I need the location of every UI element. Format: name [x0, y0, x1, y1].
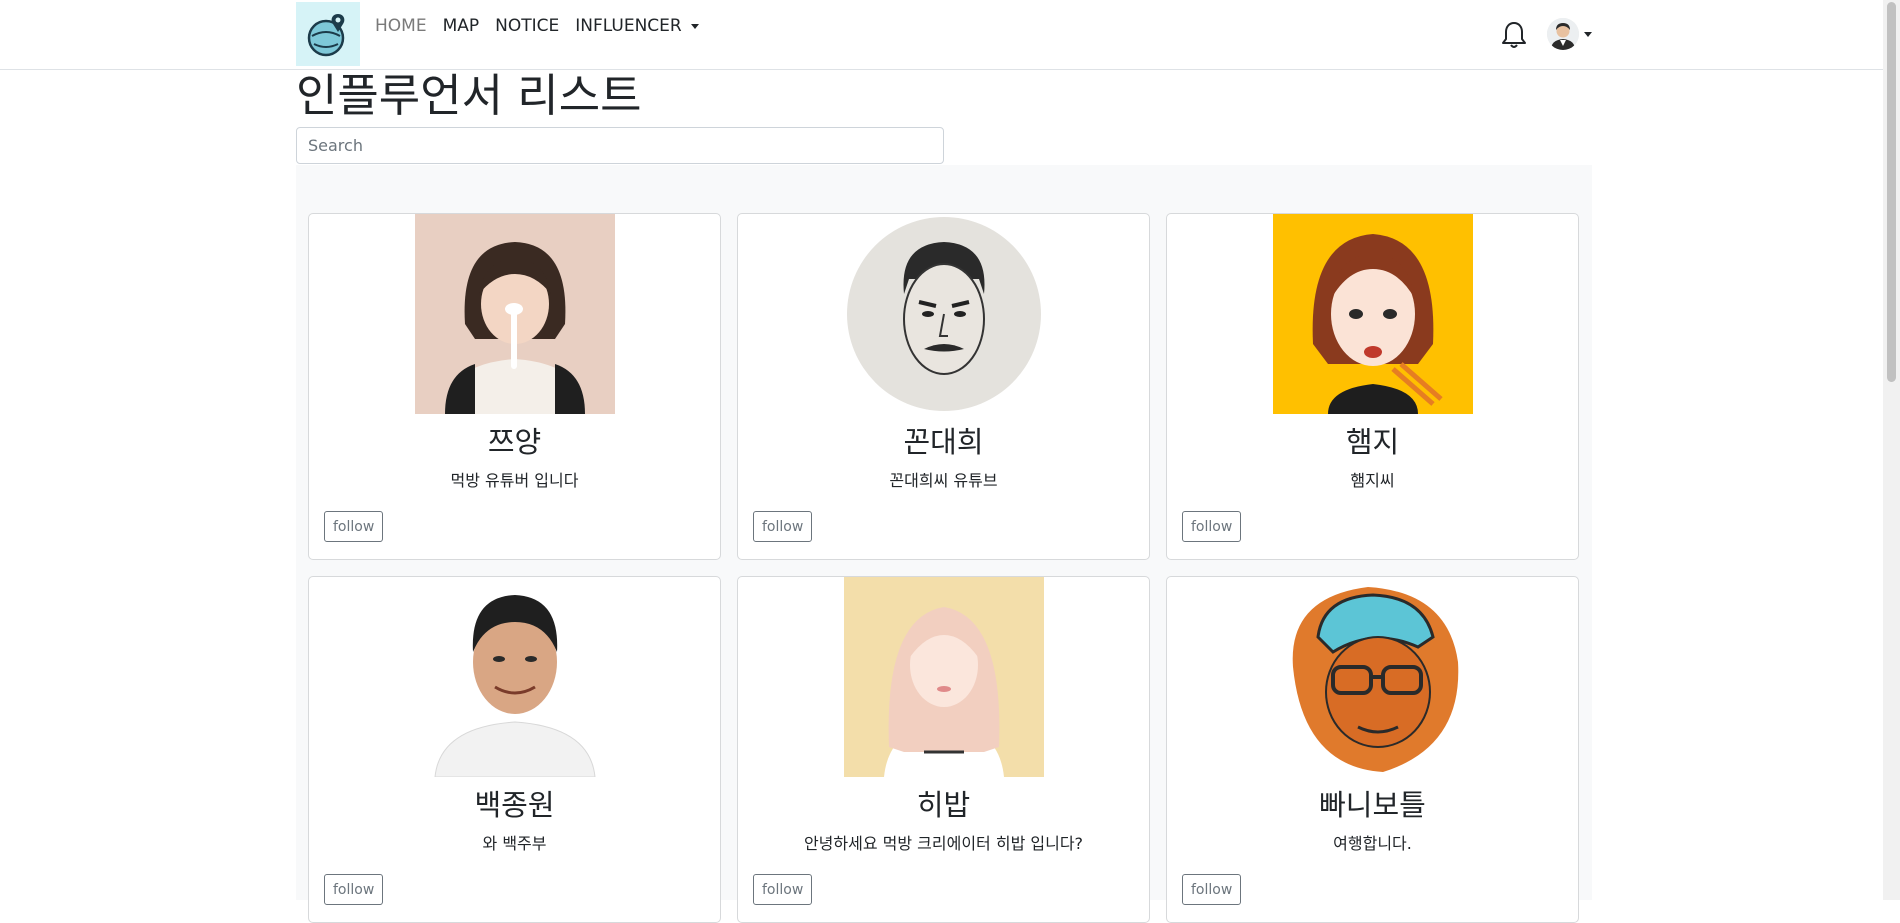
influencer-name: 히밥 — [916, 788, 971, 822]
follow-button[interactable]: follow — [324, 511, 384, 542]
follow-button[interactable]: follow — [1182, 874, 1242, 905]
nav-influencer-label: INFLUENCER — [575, 16, 682, 36]
influencer-description: 꼰대희씨 유튜브 — [889, 471, 998, 490]
influencer-card: 빠니보틀 여행합니다. follow — [1166, 576, 1579, 923]
user-menu-dropdown[interactable] — [1547, 18, 1592, 50]
page-title: 인플루언서 리스트 — [296, 69, 642, 122]
influencer-name: 빠니보틀 — [1319, 788, 1426, 822]
bell-icon[interactable] — [1501, 20, 1527, 50]
top-navbar: HOME MAP NOTICE INFLUENCER — [0, 0, 1900, 70]
influencer-photo — [415, 214, 615, 414]
influencer-card: 꼰대희 꼰대희씨 유튜브 follow — [737, 213, 1150, 560]
influencer-description: 와 백주부 — [482, 834, 547, 853]
nav-home[interactable]: HOME — [367, 15, 435, 37]
influencer-photo — [1273, 577, 1473, 777]
influencer-description: 먹방 유튜버 입니다 — [450, 471, 579, 490]
influencer-card: 쯔양 먹방 유튜버 입니다 follow — [308, 213, 721, 560]
follow-button[interactable]: follow — [324, 874, 384, 905]
follow-button[interactable]: follow — [753, 511, 813, 542]
nav-notice[interactable]: NOTICE — [487, 15, 567, 37]
influencer-photo — [415, 577, 615, 777]
follow-button[interactable]: follow — [753, 874, 813, 905]
influencer-photo — [844, 577, 1044, 777]
influencer-description: 안녕하세요 먹방 크리에이터 히밥 입니다? — [803, 834, 1084, 853]
influencer-card: 히밥 안녕하세요 먹방 크리에이터 히밥 입니다? follow — [737, 576, 1150, 923]
influencer-photo — [1273, 214, 1473, 414]
influencer-description: 햄지씨 — [1350, 471, 1395, 490]
scrollbar-thumb[interactable] — [1887, 2, 1896, 382]
search-input[interactable] — [296, 127, 944, 164]
influencer-name: 햄지 — [1345, 425, 1400, 459]
influencer-name: 쯔양 — [487, 425, 542, 459]
influencer-name: 백종원 — [474, 788, 555, 822]
globe-logo-icon — [307, 14, 345, 57]
nav-map[interactable]: MAP — [435, 15, 488, 37]
influencer-card: 햄지 햄지씨 follow — [1166, 213, 1579, 560]
influencer-photo — [844, 214, 1044, 414]
main-nav: HOME MAP NOTICE INFLUENCER — [367, 15, 707, 37]
caret-down-icon — [690, 23, 699, 29]
page-scrollbar[interactable] — [1883, 0, 1900, 900]
nav-influencer-dropdown[interactable]: INFLUENCER — [567, 15, 706, 37]
user-avatar — [1547, 18, 1579, 50]
influencer-card: 백종원 와 백주부 follow — [308, 576, 721, 923]
follow-button[interactable]: follow — [1182, 511, 1242, 542]
influencer-description: 여행합니다. — [1333, 834, 1412, 853]
influencer-grid: 쯔양 먹방 유튜버 입니다 follow 꼰대희 꼰대희씨 유튜브 follow — [296, 165, 1592, 923]
site-logo[interactable] — [296, 2, 360, 66]
caret-down-icon — [1584, 31, 1592, 37]
influencer-name: 꼰대희 — [903, 425, 984, 459]
